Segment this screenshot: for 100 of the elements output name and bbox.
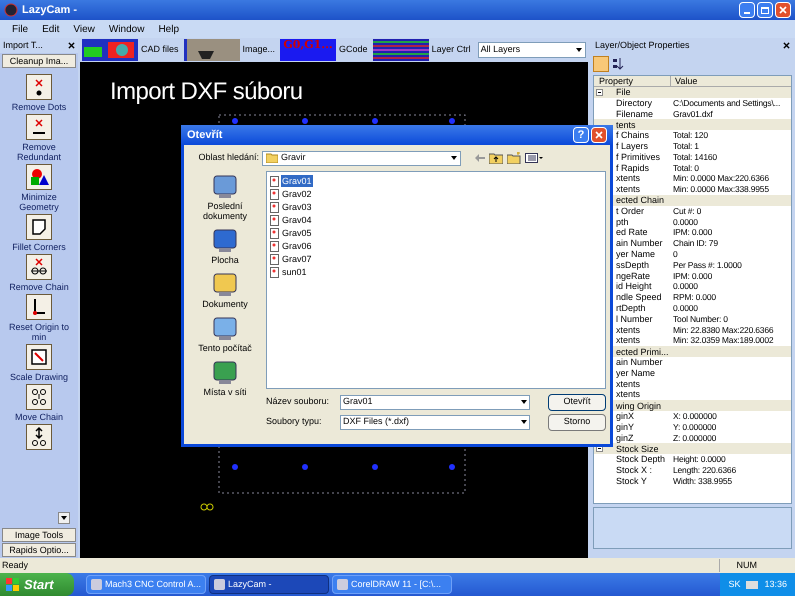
file-item[interactable]: Grav02 [281, 188, 313, 200]
filetype-label: Soubory typu: [266, 415, 323, 428]
file-item[interactable]: Grav01 [281, 175, 313, 187]
property-name: xtents [616, 378, 640, 389]
property-name: ed Rate [616, 227, 648, 238]
property-name: ginY [616, 422, 634, 432]
toolbar-button[interactable]: CAD files [82, 39, 179, 61]
property-name: f Rapids [616, 162, 650, 173]
property-name: Filename [616, 108, 654, 119]
property-name: ginX [616, 410, 634, 421]
property-value: Min: 0.0000 Max:338.9955 [673, 184, 769, 195]
layer-dropdown[interactable]: All Layers [478, 42, 586, 58]
toolbar-button[interactable]: Layer Ctrl [372, 39, 471, 61]
property-value: 0 [673, 248, 678, 260]
property-name: Directory [616, 98, 652, 108]
panel-tab[interactable]: Rapids Optio... [2, 543, 76, 557]
menu-item[interactable]: Edit [42, 22, 60, 36]
property-value: 0.0000 [673, 281, 698, 292]
status-indicator: NUM [719, 558, 759, 572]
taskbar-button[interactable]: CorelDRAW 11 - [C:\... [332, 575, 452, 594]
property-name: Stock X : [616, 464, 652, 475]
menu-item[interactable]: File [12, 22, 28, 36]
toolbar-button[interactable]: G0,G1... GCode [280, 39, 368, 61]
property-name: Stock Y [616, 476, 647, 486]
status-text: Ready [2, 558, 28, 572]
property-name: xtents [616, 389, 640, 400]
file-item[interactable]: Grav05 [281, 227, 313, 239]
property-name: xtents [616, 184, 640, 194]
property-value: Min: 0.0000 Max:220.6366 [673, 173, 769, 184]
places-item[interactable]: Tento počítač [189, 315, 261, 353]
tool-label[interactable]: Remove Redundant [1, 142, 77, 162]
tool-label[interactable]: Minimize Geometry [1, 192, 77, 212]
property-name: yer Name [616, 248, 656, 259]
taskbar-button[interactable]: Mach3 CNC Control A... [86, 575, 206, 594]
property-name: yer Name [616, 368, 656, 378]
property-name: ngeRate [616, 270, 650, 281]
property-value: Tool Number: 0 [673, 314, 728, 325]
property-name: ain Number [616, 238, 663, 248]
property-value: Height: 0.0000 [673, 454, 726, 465]
file-item[interactable]: Grav07 [281, 253, 313, 265]
property-value: Total: 120 [673, 130, 708, 141]
cancel-button[interactable]: Storno [548, 414, 606, 430]
property-value: RPM: 0.000 [673, 292, 716, 303]
property-value: Min: 32.0359 Max:189.0002 [673, 335, 774, 346]
property-value: 0.0000 [673, 302, 698, 314]
property-value: Total: 0 [673, 162, 699, 174]
tool-label[interactable]: Scale Drawing [1, 372, 77, 382]
property-name: l Number [616, 314, 653, 324]
property-name: ain Number [616, 356, 663, 367]
property-name: t Order [616, 206, 644, 216]
property-value: Z: 0.000000 [673, 432, 716, 444]
property-value: Total: 14160 [673, 152, 717, 163]
file-item[interactable]: sun01 [281, 266, 308, 278]
file-item[interactable]: Grav03 [281, 201, 313, 213]
panel-title: Import T... [3, 38, 43, 52]
group-label: wing Origin [616, 400, 662, 410]
filetype-dropdown[interactable]: DXF Files (*.dxf) [340, 414, 530, 430]
property-name: xtents [616, 324, 640, 335]
property-name: Stock Depth [616, 454, 666, 464]
open-button[interactable]: Otevřít [548, 394, 606, 410]
tool-label[interactable]: Remove Chain [1, 282, 77, 292]
property-name: rtDepth [616, 302, 646, 313]
file-item[interactable]: Grav06 [281, 240, 313, 252]
property-group-row[interactable]: File [594, 87, 791, 98]
taskbar-button[interactable]: LazyCam - [209, 575, 329, 594]
column-header: Property [594, 76, 671, 86]
tool-label[interactable]: Remove Dots [1, 102, 77, 112]
menu-item[interactable]: Window [108, 22, 144, 36]
places-item[interactable]: Plocha [189, 227, 261, 265]
panel-tab[interactable]: Cleanup Ima... [2, 54, 76, 68]
property-value: IPM: 0.000 [673, 270, 712, 282]
property-group-row[interactable]: Stock Size [594, 443, 791, 454]
property-name: f Layers [616, 140, 648, 151]
toolbar-button[interactable]: Image... [184, 39, 276, 61]
places-item[interactable]: Poslední dokumenty [189, 173, 261, 221]
menu-item[interactable]: Help [158, 22, 180, 36]
places-item[interactable]: Dokumenty [189, 271, 261, 309]
property-group-row[interactable]: tents [594, 119, 791, 130]
dialog-title: Otevřít [187, 128, 222, 143]
property-value: Cut #: 0 [673, 206, 702, 217]
file-item[interactable]: Grav04 [281, 214, 313, 226]
tool-label[interactable]: Fillet Corners [1, 242, 77, 252]
property-name: xtents [616, 173, 640, 184]
property-value: Length: 220.6366 [673, 464, 736, 476]
filename-label: Název souboru: [266, 395, 330, 408]
group-label: Stock Size [616, 444, 659, 454]
property-name: f Chains [616, 130, 650, 140]
property-value: X: 0.000000 [673, 410, 717, 422]
group-label: tents [616, 120, 636, 130]
property-name: pth [616, 216, 629, 227]
look-in-dropdown[interactable]: Gravir [262, 150, 461, 166]
group-label: ected Primi... [616, 346, 669, 357]
tool-label[interactable]: Move Chain [1, 412, 77, 422]
panel-tab[interactable]: Image Tools [2, 528, 76, 542]
filename-field[interactable]: Grav01 [340, 394, 530, 410]
places-item[interactable]: Místa v síti [189, 359, 261, 397]
property-name: xtents [616, 335, 640, 346]
help-button[interactable]: ? [573, 127, 589, 143]
tool-label[interactable]: Reset Origin to min [1, 322, 77, 342]
menu-item[interactable]: View [73, 22, 95, 36]
